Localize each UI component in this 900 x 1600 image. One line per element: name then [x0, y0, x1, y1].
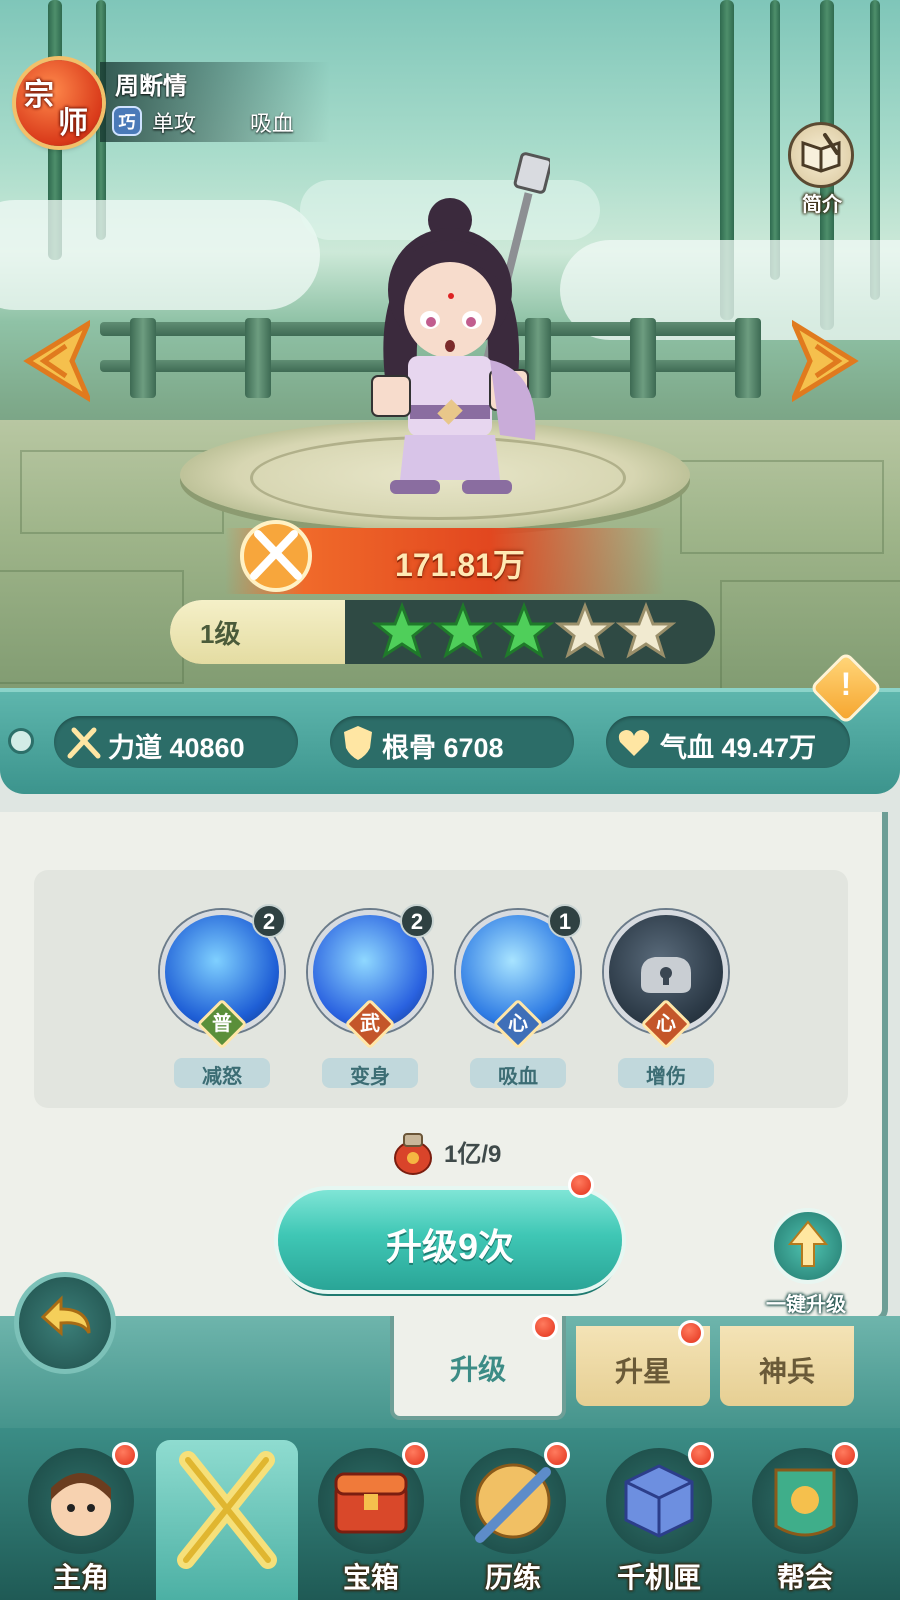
- hero-type-chip: 巧: [112, 106, 142, 136]
- stat-page-indicator: [8, 728, 34, 754]
- nav-label: 帮会: [776, 1562, 833, 1593]
- nav-label: 历练: [484, 1562, 541, 1593]
- upgrade-cost: 1亿/9: [444, 1141, 502, 1168]
- nav-label: 千机匣: [616, 1562, 701, 1593]
- notification-dot: [678, 1320, 704, 1346]
- skill-kind: 心: [508, 1013, 528, 1035]
- level-pill: [170, 600, 345, 664]
- skill-slot-locked[interactable]: 心 增伤: [604, 910, 728, 1090]
- power-value: 171.81万: [395, 547, 525, 583]
- attack-type-tag: 单攻: [152, 111, 197, 136]
- star-filled-icon: [494, 602, 554, 659]
- strength-value: 力道 40860: [108, 733, 245, 763]
- hero-character-sprite[interactable]: [350, 150, 550, 500]
- upgrade-button-label: 升级9次: [385, 1226, 515, 1267]
- hero-level: 1级: [200, 619, 241, 649]
- tab-star-up-label: 升星: [614, 1356, 671, 1387]
- skill-level-badge: 1: [548, 904, 582, 938]
- up-arrow-icon: [770, 1208, 846, 1284]
- notification-dot: [568, 1172, 594, 1198]
- vitality-value: 气血 49.47万: [660, 733, 817, 763]
- back-button[interactable]: [14, 1272, 116, 1374]
- one-click-upgrade-label: 一键升级: [766, 1294, 846, 1316]
- constitution-value: 根骨 6708: [382, 733, 504, 763]
- crossed-swords-icon: [240, 520, 312, 592]
- notification-dot: [402, 1442, 428, 1468]
- notification-dot: [112, 1442, 138, 1468]
- skill-kind: 心: [656, 1013, 676, 1035]
- skill-name: 减怒: [202, 1066, 242, 1088]
- intro-button[interactable]: 简介: [782, 122, 862, 222]
- star-empty-icon: [616, 602, 676, 659]
- effect-tag: 吸血: [250, 111, 295, 136]
- nav-label: 主角: [52, 1562, 109, 1593]
- rank-badge-char-2: 师: [58, 107, 88, 140]
- book-icon: [788, 122, 854, 188]
- notification-dot: [688, 1442, 714, 1468]
- skill-name: 变身: [350, 1066, 390, 1088]
- prev-hero-arrow-icon[interactable]: [10, 316, 90, 406]
- nav-hero-selected[interactable]: [162, 1440, 292, 1600]
- skill-name: 增伤: [646, 1066, 686, 1088]
- skill-level-badge: 2: [252, 904, 286, 938]
- skill-name: 吸血: [498, 1066, 538, 1088]
- tab-divine-weapon-label: 神兵: [758, 1356, 815, 1387]
- star-filled-icon: [433, 602, 493, 659]
- back-arrow-icon: [40, 1295, 91, 1337]
- next-hero-arrow-icon[interactable]: [792, 316, 872, 406]
- sword-icon: [67, 727, 101, 759]
- warning-mark: !: [840, 666, 852, 702]
- skill-slot[interactable]: 1 心 吸血: [456, 904, 582, 1090]
- crossed-swords-nav-icon: [177, 1451, 277, 1569]
- rank-badge: 宗 师: [16, 60, 102, 146]
- notification-dot: [832, 1442, 858, 1468]
- heart-icon: [618, 730, 650, 756]
- tab-upgrade-label: 升级: [449, 1354, 506, 1385]
- hero-name: 周断情: [115, 73, 187, 100]
- skill-slot[interactable]: 2 普 减怒: [160, 904, 286, 1090]
- shield-icon: [344, 726, 372, 760]
- skill-slot[interactable]: 2 武 变身: [308, 904, 434, 1090]
- potion-jar-icon: [394, 1133, 432, 1175]
- star-filled-icon: [372, 602, 432, 659]
- star-empty-icon: [555, 602, 615, 659]
- skill-kind: 武: [360, 1013, 380, 1035]
- skill-kind: 普: [212, 1013, 232, 1035]
- notification-dot: [532, 1314, 558, 1340]
- nav-label: 宝箱: [342, 1562, 399, 1593]
- notification-dot: [544, 1442, 570, 1468]
- intro-label: 简介: [802, 194, 842, 216]
- rank-badge-char-1: 宗: [24, 79, 54, 112]
- one-click-upgrade-button[interactable]: 一键升级: [758, 1208, 854, 1328]
- skill-level-badge: 2: [400, 904, 434, 938]
